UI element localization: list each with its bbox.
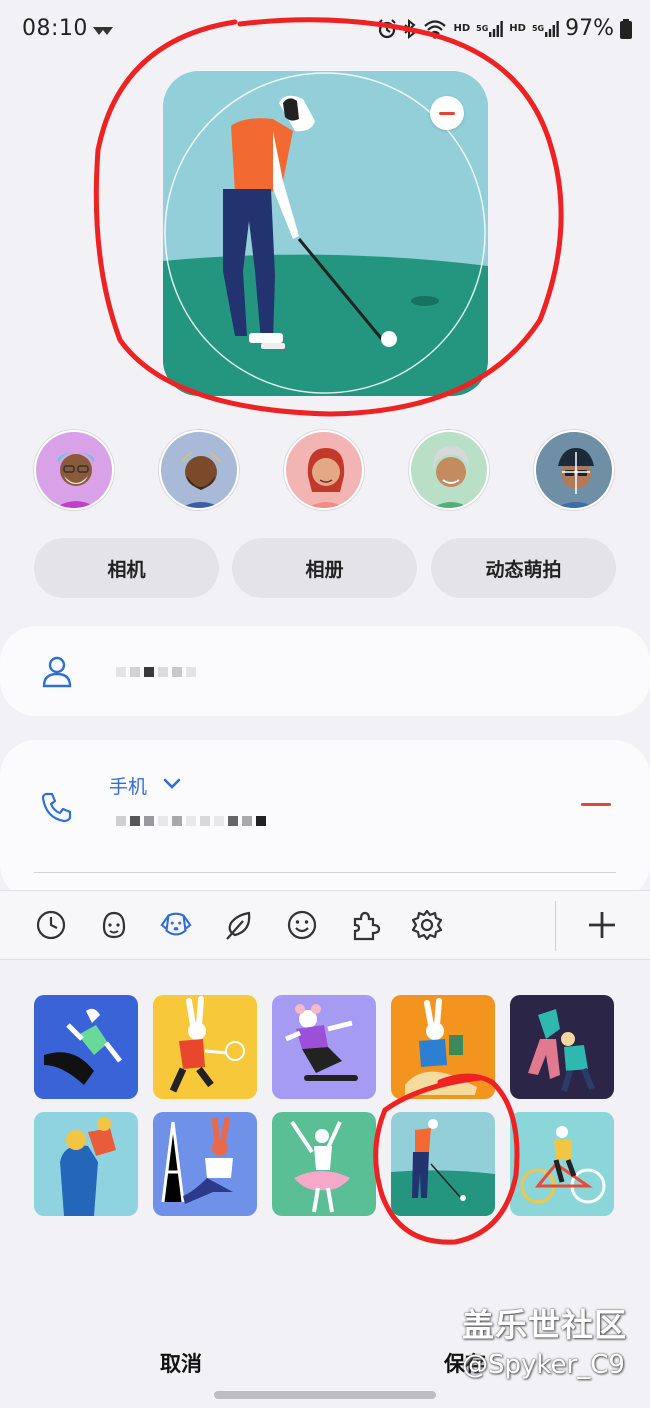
network-label-3: HD xyxy=(509,23,526,34)
minus-circle-icon xyxy=(439,111,455,115)
dog-icon[interactable] xyxy=(159,908,193,942)
sticker-surfer[interactable] xyxy=(34,995,138,1099)
status-icons: HD 5G HD 5G 97% xyxy=(377,16,632,41)
name-card xyxy=(0,626,650,716)
status-time: 08:10 xyxy=(22,16,88,41)
avatar-elder-woman[interactable] xyxy=(409,430,489,510)
name-field-redacted[interactable] xyxy=(116,667,196,677)
status-bar: 08:10 HD 5G HD 5G 97% xyxy=(0,0,650,62)
sticker-family[interactable] xyxy=(34,1112,138,1216)
signal-icon-1: 5G xyxy=(476,20,504,37)
sticker-rabbit-badminton[interactable] xyxy=(153,995,257,1099)
phone-card: 手机 xyxy=(0,740,650,900)
network-label-4: 5G xyxy=(531,24,545,33)
gear-icon[interactable] xyxy=(410,908,444,942)
sticker-ballerina[interactable] xyxy=(272,1112,376,1216)
gallery-button[interactable]: 相册 xyxy=(232,538,417,598)
chevron-down-icon[interactable] xyxy=(162,776,182,795)
watermark-handle: @Spyker_C9 xyxy=(462,1350,625,1380)
network-label-2: 5G xyxy=(476,24,489,33)
avatar-woman[interactable] xyxy=(284,430,364,510)
sticker-rabbit-reading[interactable] xyxy=(391,995,495,1099)
alarm-icon xyxy=(377,18,397,39)
avatar-bearded-man[interactable] xyxy=(159,430,239,510)
divider xyxy=(34,872,616,873)
home-indicator[interactable] xyxy=(214,1391,436,1399)
sticker-golfer[interactable] xyxy=(391,1112,495,1216)
signal-icon-2: 5G xyxy=(531,20,559,37)
battery-icon xyxy=(620,18,632,39)
avatar-man-cap[interactable] xyxy=(534,430,614,510)
watermark-title: 盖乐世社区 xyxy=(462,1306,628,1344)
motion-capture-button[interactable]: 动态萌拍 xyxy=(431,538,616,598)
wifi-icon xyxy=(423,19,447,39)
puzzle-icon[interactable] xyxy=(348,908,382,942)
leaf-icon[interactable] xyxy=(222,908,256,942)
phone-icon xyxy=(40,790,74,828)
phone-number-redacted[interactable] xyxy=(116,816,266,826)
bluetooth-icon xyxy=(403,18,417,39)
battery-percent: 97% xyxy=(565,16,614,41)
phone-type-label[interactable]: 手机 xyxy=(109,772,147,799)
network-label-1: HD xyxy=(453,23,471,34)
notification-icon xyxy=(92,22,114,41)
person-icon xyxy=(42,656,72,692)
sticker-dancers[interactable] xyxy=(510,995,614,1099)
sticker-cyclist[interactable] xyxy=(510,1112,614,1216)
face-icon[interactable] xyxy=(97,908,131,942)
clock-icon[interactable] xyxy=(34,908,68,942)
sticker-rabbit-painter[interactable] xyxy=(153,1112,257,1216)
cancel-button[interactable]: 取消 xyxy=(160,1348,202,1378)
camera-button[interactable]: 相机 xyxy=(34,538,219,598)
avatar-elder-man[interactable] xyxy=(34,430,114,510)
toolbar-separator xyxy=(555,901,556,951)
smile-icon[interactable] xyxy=(285,908,319,942)
sticker-category-toolbar xyxy=(0,890,650,960)
add-sticker-button[interactable] xyxy=(585,908,619,942)
remove-image-button[interactable] xyxy=(430,96,464,130)
remove-phone-button[interactable] xyxy=(581,803,611,806)
sticker-mouse-skateboard[interactable] xyxy=(272,995,376,1099)
